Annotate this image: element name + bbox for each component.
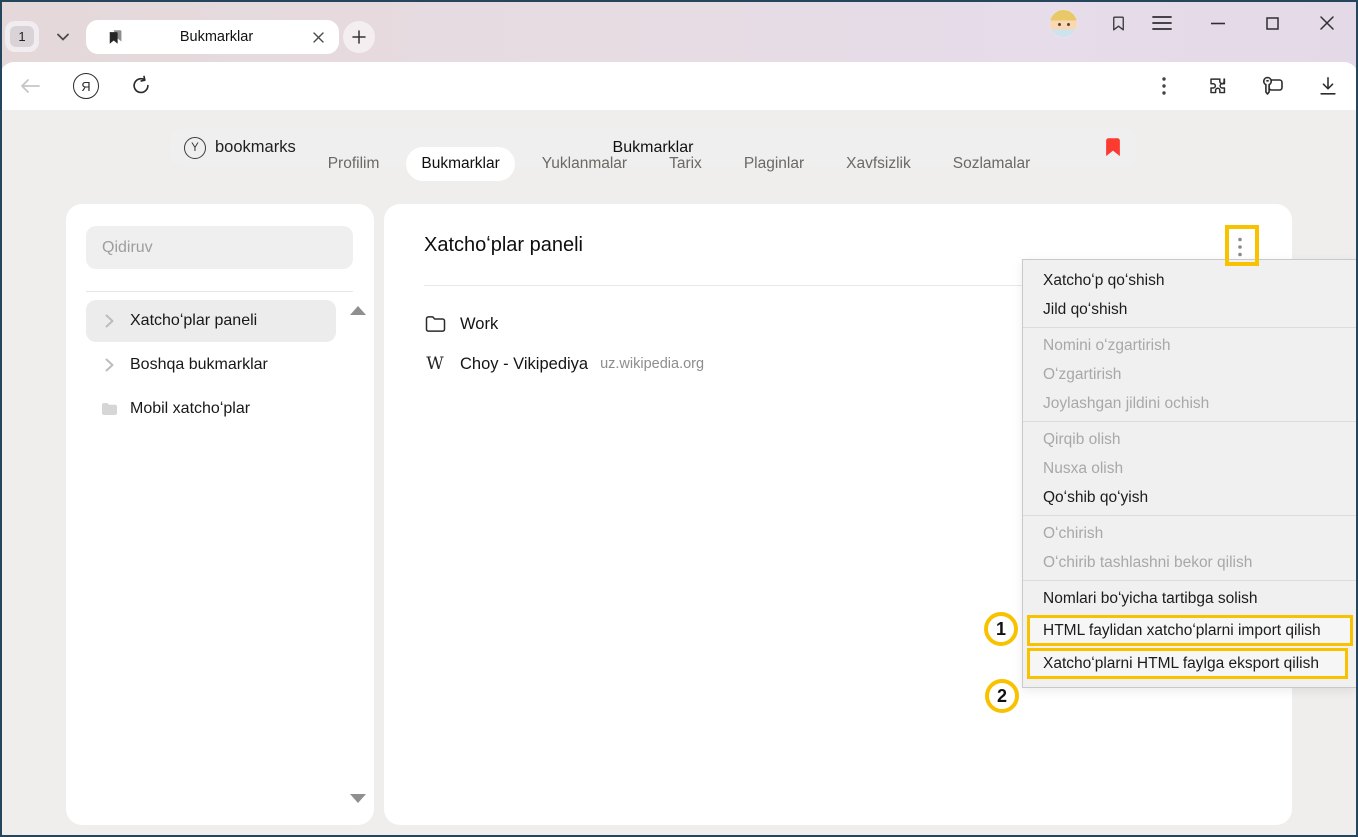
tab-count-button[interactable]: 1 — [5, 21, 39, 52]
sidebar-item-xatcho-plar-paneli[interactable]: Xatchoʻplar paneli — [86, 300, 336, 342]
menu-item-jild-qo-shish[interactable]: Jild qoʻshish — [1023, 295, 1356, 324]
downloads-icon[interactable] — [1314, 72, 1342, 100]
bookmarks-sidebar: Xatchoʻplar paneli Boshqa bukmarklar Mobil… — [66, 204, 374, 825]
menu-item-xatcho-plarni-html-faylga-eksport-qilish[interactable]: Xatchoʻplarni HTML faylga eksport qilish — [1027, 648, 1348, 679]
tab-list-chevron-down-icon[interactable] — [48, 21, 78, 52]
yandex-home-icon[interactable]: Я — [72, 72, 100, 100]
menu-separator — [1023, 515, 1356, 516]
annotation-badge-1: 1 — [984, 612, 1018, 646]
annotation-badge-2: 2 — [985, 679, 1019, 713]
reload-icon[interactable] — [127, 72, 155, 100]
menu-separator — [1023, 421, 1356, 422]
sidebar-item-label: Xatchoʻplar paneli — [130, 312, 257, 330]
menu-separator — [1023, 327, 1356, 328]
new-tab-button[interactable] — [343, 21, 375, 53]
bookmarks-context-menu: Xatchoʻp qoʻshishJild qoʻshish Nomini oʻz… — [1022, 259, 1356, 688]
sidebar-folder-list: Xatchoʻplar paneli Boshqa bukmarklar Mobil… — [86, 300, 336, 430]
menu-item-qirqib-olish: Qirqib olish — [1023, 425, 1356, 454]
nav-tab-bukmarklar[interactable]: Bukmarklar — [406, 147, 514, 181]
maximize-icon[interactable] — [1258, 9, 1286, 37]
menu-item-o-chirish: Oʻchirish — [1023, 519, 1356, 548]
nav-tab-tarix[interactable]: Tarix — [654, 147, 717, 181]
menu-item-nomini-o-zgartirish: Nomini oʻzgartirish — [1023, 331, 1356, 360]
sidebar-item-label: Mobil xatchoʻplar — [130, 400, 250, 418]
bookmark-label: Work — [460, 315, 498, 334]
menu-item-html-faylidan-xatcho-plarni-import-qilish[interactable]: HTML faylidan xatchoʻplarni import qilis… — [1027, 615, 1353, 646]
nav-tab-profilim[interactable]: Profilim — [313, 147, 395, 181]
extensions-puzzle-icon[interactable] — [1203, 72, 1231, 100]
minimize-icon[interactable] — [1204, 9, 1232, 37]
toolbar-more-icon[interactable] — [1150, 72, 1178, 100]
menu-item-joylashgan-jildini-ochish: Joylashgan jildini ochish — [1023, 389, 1356, 418]
menu-item-qo-shib-qo-yish[interactable]: Qoʻshib qoʻyish — [1023, 483, 1356, 512]
nav-tab-sozlamalar[interactable]: Sozlamalar — [938, 147, 1046, 181]
folder-icon — [100, 400, 118, 418]
tab-close-icon[interactable] — [309, 28, 327, 46]
nav-tab-plaginlar[interactable]: Plaginlar — [729, 147, 819, 181]
chevron-right-icon — [100, 312, 118, 330]
bookmark-label: Choy - Vikipediya — [460, 355, 588, 374]
tab-strip: 1 Bukmarklar — [0, 0, 1358, 62]
profile-avatar[interactable] — [1049, 9, 1078, 38]
back-arrow-icon[interactable] — [16, 72, 44, 100]
browser-menu-icon[interactable] — [1148, 9, 1176, 37]
sidebar-item-mobil-xatcho-plar[interactable]: Mobil xatchoʻplar — [86, 388, 336, 430]
menu-item-nomlari-bo-yicha-tartibga-solish[interactable]: Nomlari boʻyicha tartibga solish — [1023, 584, 1356, 613]
page-title: Xatchoʻplar paneli — [424, 234, 583, 257]
menu-trigger-highlight-box — [1225, 225, 1259, 266]
search-input[interactable] — [86, 226, 353, 269]
bookmark-url: uz.wikipedia.org — [600, 356, 704, 372]
chevron-right-icon — [100, 356, 118, 374]
tab-title: Bukmarklar — [124, 29, 309, 45]
sidebar-divider — [86, 291, 353, 292]
browser-window: 1 Bukmarklar — [0, 0, 1358, 837]
scroll-up-icon[interactable] — [350, 306, 366, 315]
sidebar-item-boshqa-bukmarklar[interactable]: Boshqa bukmarklar — [86, 344, 336, 386]
nav-tab-xavfsizlik[interactable]: Xavfsizlik — [831, 147, 926, 181]
close-window-icon[interactable] — [1313, 9, 1341, 37]
tab-bukmarklar[interactable]: Bukmarklar — [86, 20, 339, 54]
bookmark-favicon-icon — [106, 28, 124, 46]
menu-item-o-zgartirish: Oʻzgartirish — [1023, 360, 1356, 389]
menu-item-nusxa-olish: Nusxa olish — [1023, 454, 1356, 483]
nav-tabs: Profilim Bukmarklar Yuklanmalar Tarix Plagin… — [0, 147, 1358, 181]
protect-key-icon[interactable] — [1258, 72, 1286, 100]
menu-item-xatcho-p-qo-shish[interactable]: Xatchoʻp qoʻshish — [1023, 266, 1356, 295]
wikipedia-w-icon: W — [424, 353, 446, 375]
menu-item-o-chirib-tashlashni-bekor-qilish: Oʻchirib tashlashni bekor qilish — [1023, 548, 1356, 577]
nav-tab-yuklanmalar[interactable]: Yuklanmalar — [527, 147, 642, 181]
side-panel-bookmark-icon[interactable] — [1104, 9, 1132, 37]
folder-outline-icon — [424, 313, 446, 335]
browser-toolbar: Я Y bookmarks Bukmarklar — [0, 62, 1358, 110]
scroll-down-icon[interactable] — [350, 794, 366, 803]
tab-count-label: 1 — [10, 26, 34, 47]
sidebar-item-label: Boshqa bukmarklar — [130, 356, 268, 374]
menu-separator — [1023, 580, 1356, 581]
